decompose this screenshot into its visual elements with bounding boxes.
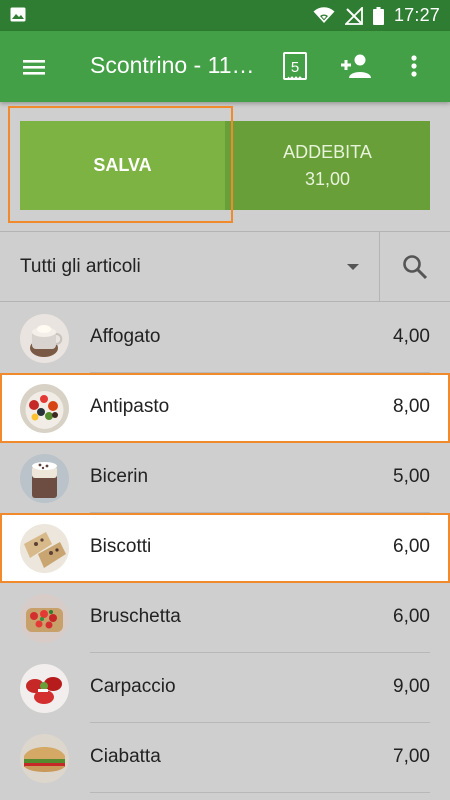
bicerin-thumbnail xyxy=(20,454,69,503)
divider xyxy=(90,792,430,793)
list-item[interactable]: Affogato 4,00 xyxy=(0,303,450,373)
charge-button[interactable]: ADDEBITA 31,00 xyxy=(225,121,430,210)
page-title: Scontrino - 11… xyxy=(90,52,255,78)
divider xyxy=(0,301,450,302)
status-bar: 17:27 xyxy=(0,0,450,31)
image-icon xyxy=(10,7,26,22)
list-item[interactable]: Bicerin 5,00 xyxy=(0,443,450,513)
wifi-icon xyxy=(313,7,335,23)
item-name: Bruschetta xyxy=(90,606,181,627)
list-item[interactable]: Biscotti 6,00 xyxy=(0,513,450,583)
search-button[interactable] xyxy=(380,232,450,301)
list-item[interactable]: Ciabatta 7,00 xyxy=(0,723,450,793)
receipt-icon[interactable]: 5 xyxy=(281,51,309,81)
app-toolbar: Scontrino - 11… 5 xyxy=(0,31,450,102)
item-price: 5,00 xyxy=(393,466,430,487)
clock: 17:27 xyxy=(393,5,440,25)
item-name: Biscotti xyxy=(90,536,152,557)
system-icons: 17:27 xyxy=(313,0,440,31)
item-name: Ciabatta xyxy=(90,746,161,767)
bruschetta-thumbnail xyxy=(20,594,69,643)
affogato-thumbnail xyxy=(20,314,69,363)
category-dropdown[interactable]: Tutti gli articoli xyxy=(0,232,379,301)
battery-icon xyxy=(372,6,384,25)
category-label: Tutti gli articoli xyxy=(20,256,141,277)
receipt-count: 5 xyxy=(291,59,299,76)
menu-icon[interactable] xyxy=(18,51,50,83)
item-price: 9,00 xyxy=(393,676,430,697)
carpaccio-thumbnail xyxy=(20,664,69,713)
item-price: 7,00 xyxy=(393,746,430,767)
item-name: Affogato xyxy=(90,326,161,347)
list-item[interactable]: Carpaccio 9,00 xyxy=(0,653,450,723)
charge-amount: 31,00 xyxy=(304,168,351,189)
more-vert-icon[interactable] xyxy=(404,51,424,83)
search-icon xyxy=(403,255,428,280)
item-name: Carpaccio xyxy=(90,676,176,697)
chevron-down-icon xyxy=(347,264,359,270)
item-price: 4,00 xyxy=(393,326,430,347)
item-price: 6,00 xyxy=(393,536,430,557)
ciabatta-thumbnail xyxy=(20,734,69,783)
item-name: Antipasto xyxy=(90,396,170,417)
save-button[interactable]: SALVA xyxy=(20,121,225,210)
biscotti-thumbnail xyxy=(20,524,69,573)
item-price: 6,00 xyxy=(393,606,430,627)
list-item[interactable]: Antipasto 8,00 xyxy=(0,373,450,443)
antipasto-thumbnail xyxy=(20,384,69,433)
item-price: 8,00 xyxy=(393,396,430,417)
list-item[interactable]: Bruschetta 6,00 xyxy=(0,583,450,653)
charge-label: ADDEBITA xyxy=(283,141,372,162)
item-name: Bicerin xyxy=(90,466,149,487)
no-signal-icon xyxy=(344,6,363,25)
add-person-icon[interactable] xyxy=(339,51,371,81)
